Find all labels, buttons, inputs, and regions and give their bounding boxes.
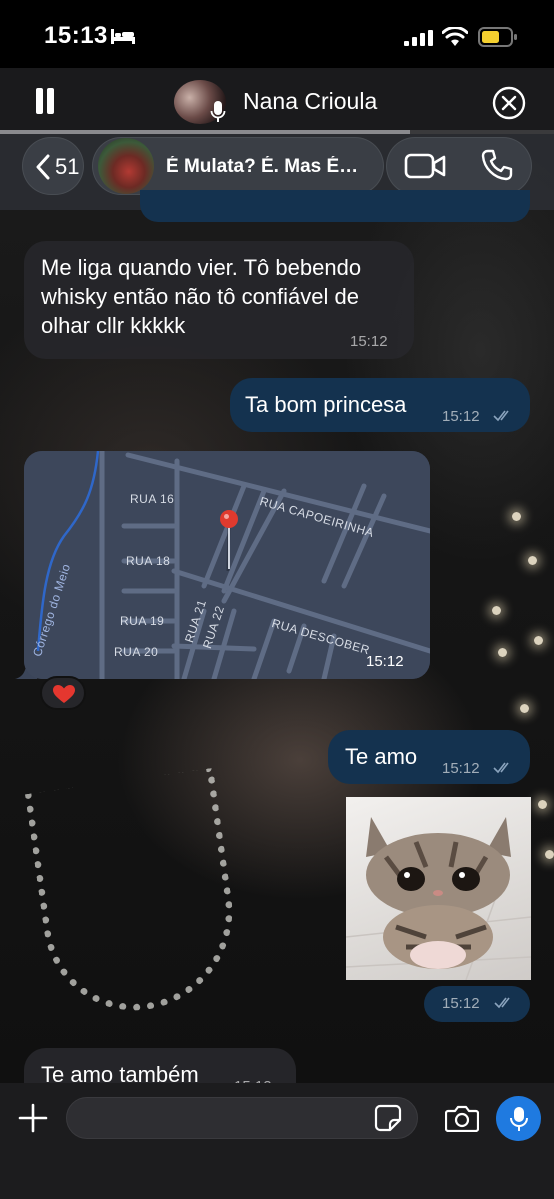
map-label: RUA 19: [120, 614, 165, 628]
cellular-signal-icon: [404, 30, 433, 46]
reaction-badge[interactable]: [40, 676, 86, 710]
message-time: 15:12: [442, 760, 480, 777]
read-receipt-icon: [493, 762, 509, 774]
microphone-icon: [510, 1107, 528, 1131]
wifi-icon: [442, 27, 468, 46]
attach-plus-icon[interactable]: [18, 1103, 48, 1133]
caller-name: Nana Crioula: [243, 88, 378, 114]
message-text: Te amo: [345, 744, 418, 769]
message-input[interactable]: [66, 1097, 418, 1139]
outgoing-message[interactable]: Te amo 15:12: [328, 730, 530, 784]
message-text: Me liga quando vier. Tô bebendo whisky e…: [41, 255, 362, 338]
wallpaper-light: [498, 648, 507, 657]
camera-icon[interactable]: [445, 1104, 479, 1132]
wallpaper-light: [520, 704, 529, 713]
phone-icon[interactable]: [480, 148, 514, 182]
wallpaper-light: [512, 512, 521, 521]
message-time: 15:12: [350, 333, 388, 350]
wallpaper-light: [545, 850, 554, 859]
map-label: RUA 16: [130, 492, 175, 506]
sticker-icon[interactable]: [374, 1104, 402, 1132]
wallpaper-light: [538, 800, 547, 809]
previous-outgoing-bubble: [140, 190, 530, 222]
group-avatar[interactable]: [98, 138, 154, 194]
sticker-time-badge: 15:12: [424, 986, 530, 1022]
wallpaper-light: [528, 556, 537, 565]
status-time: 15:13: [44, 22, 108, 49]
pause-icon[interactable]: [34, 88, 56, 116]
battery-icon: [478, 27, 517, 47]
unread-count: 51: [55, 154, 80, 179]
status-bar: 15:13: [0, 0, 554, 68]
incoming-message[interactable]: Me liga quando vier. Tô bebendo whisky e…: [24, 241, 414, 359]
back-button[interactable]: 51: [22, 137, 84, 195]
read-receipt-icon: [494, 997, 510, 1009]
chevron-left-icon: [36, 154, 50, 180]
map-label: RUA 18: [126, 554, 171, 568]
heart-icon: [53, 685, 75, 703]
message-time: 15:12: [366, 653, 404, 670]
chat-title[interactable]: É Mulata? É. Mas É…: [166, 156, 376, 178]
voice-message-button[interactable]: [496, 1096, 541, 1141]
message-time: 15:12: [442, 995, 480, 1012]
video-call-icon[interactable]: [404, 150, 446, 182]
wallpaper-light: [534, 636, 543, 645]
read-receipt-icon: [493, 410, 509, 422]
wallpaper-light: [492, 606, 501, 615]
message-text: Ta bom princesa: [245, 392, 407, 417]
microphone-icon: [210, 101, 226, 122]
sleep-focus-icon: [111, 29, 135, 44]
map-label: RUA 20: [114, 645, 159, 659]
crying-kitten-sticker[interactable]: [346, 797, 531, 980]
kitten-image: [346, 817, 531, 980]
close-icon[interactable]: [492, 86, 526, 120]
outgoing-message[interactable]: Ta bom princesa 15:12: [230, 378, 530, 432]
message-time: 15:12: [442, 408, 480, 425]
